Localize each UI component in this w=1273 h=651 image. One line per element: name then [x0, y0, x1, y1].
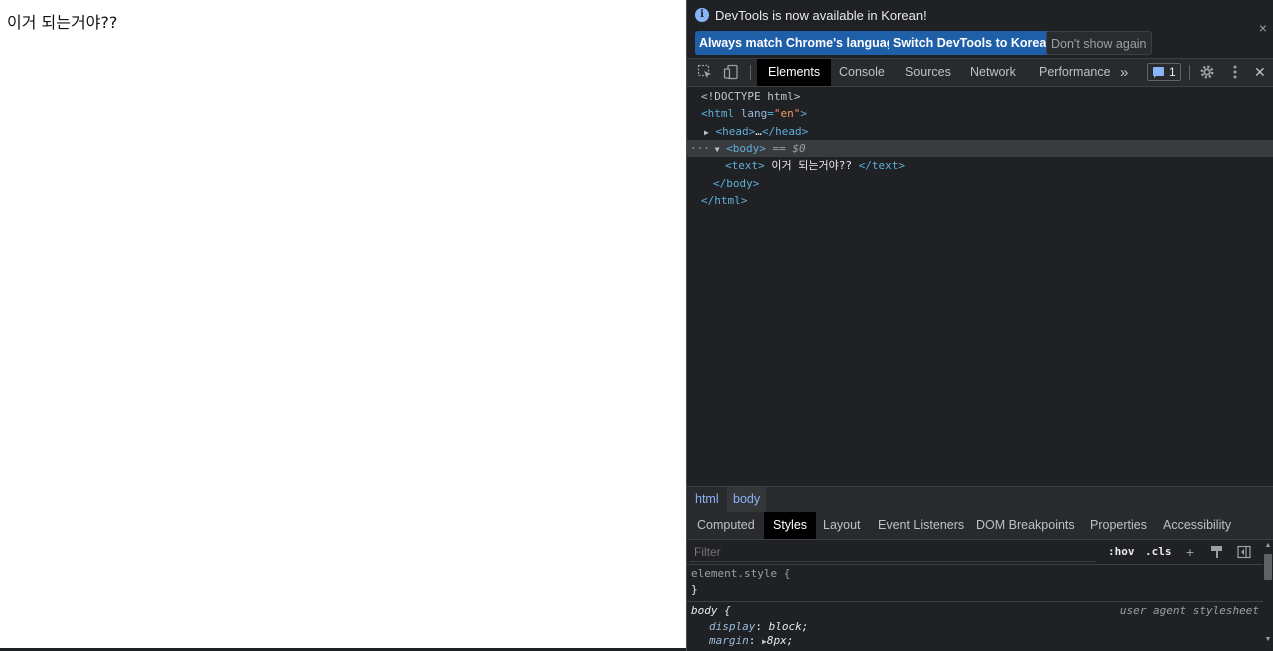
expand-triangle-icon[interactable]: ▶ [704, 128, 709, 137]
head-close-tag: </head> [761, 125, 809, 138]
info-icon: i [695, 8, 709, 22]
issues-icon [1153, 67, 1164, 78]
hover-state-toggle[interactable]: :hov [1108, 540, 1135, 564]
dom-tree: <!DOCTYPE html> <html lang="en"> ▶ <head… [687, 87, 1273, 485]
html-close-tag: </html> [701, 194, 748, 207]
tree-node-html-close[interactable]: </html> [701, 192, 747, 209]
head-open-tag: <head> [715, 125, 756, 138]
user-agent-origin: user agent stylesheet [1119, 604, 1259, 617]
toolbar-divider [1189, 65, 1190, 80]
toggle-sidebar-icon[interactable] [1237, 545, 1251, 559]
devtools-panel: i DevTools is now available in Korean! ×… [686, 0, 1273, 651]
text-open-tag: <text> [725, 159, 765, 172]
text-close-tag: </text> [858, 159, 905, 172]
dont-show-again-button[interactable]: Don't show again [1046, 31, 1152, 55]
styles-rules: element.style { } body { user agent styl… [687, 565, 1263, 651]
node-actions-dots[interactable]: ··· [687, 142, 710, 155]
html-tag: <html [701, 107, 735, 120]
page-viewport: 이거 되는거야?? [0, 0, 686, 651]
tab-styles[interactable]: Styles [764, 512, 817, 539]
new-style-rule-icon[interactable]: + [1183, 545, 1197, 559]
prop-name: margin [709, 634, 749, 647]
tree-node-doctype[interactable]: <!DOCTYPE html> [701, 88, 800, 105]
tab-properties[interactable]: Properties [1081, 512, 1156, 539]
more-tabs-icon[interactable]: » [1114, 59, 1134, 86]
switch-to-korean-button[interactable]: Switch DevTools to Korean [889, 31, 1058, 55]
styles-filter-bar: :hov .cls + [687, 540, 1273, 565]
breadcrumb: html body [687, 486, 1273, 513]
doctype-text: <!DOCTYPE html> [701, 90, 801, 103]
tab-layout[interactable]: Layout [814, 512, 870, 539]
tree-node-body-selected[interactable]: ··· ▼ <body> == $0 [687, 140, 1273, 157]
infobar-close-icon[interactable]: × [1259, 20, 1267, 36]
issues-count: 1 [1169, 65, 1176, 79]
body-close-tag: </body> [713, 177, 760, 190]
sidebar-tabs: Computed Styles Layout Event Listeners D… [687, 512, 1273, 540]
tab-elements[interactable]: Elements [757, 59, 832, 86]
html-attr-name: lang [740, 107, 768, 120]
class-toggle[interactable]: .cls [1145, 540, 1172, 564]
tree-node-head[interactable]: ▶ <head>…</head> [704, 123, 808, 140]
kebab-menu-icon[interactable] [1227, 64, 1243, 80]
devtools-main-toolbar: Elements Console Sources Network Perform… [687, 59, 1273, 87]
device-toolbar-icon[interactable] [723, 64, 739, 80]
language-infobar: i DevTools is now available in Korean! ×… [687, 0, 1273, 59]
page-text: 이거 되는거야?? [7, 13, 118, 32]
scroll-thumb[interactable] [1264, 554, 1272, 580]
selected-node-marker: == $0 [772, 142, 806, 155]
tab-dom-breakpoints[interactable]: DOM Breakpoints [967, 512, 1084, 539]
element-style-selector: element.style { [691, 567, 791, 580]
element-style-rule[interactable]: element.style { [691, 566, 790, 582]
paint-roller-icon[interactable] [1210, 545, 1224, 559]
scroll-down-icon[interactable]: ▼ [1264, 636, 1272, 644]
tab-computed[interactable]: Computed [688, 512, 764, 539]
prop-name: display [709, 620, 756, 633]
tree-node-text[interactable]: <text> 이거 되는거야?? </text> [725, 157, 905, 174]
collapse-triangle-icon[interactable]: ▼ [710, 145, 720, 154]
tab-sources[interactable]: Sources [894, 59, 962, 86]
styles-scrollbar[interactable]: ▲ ▼ [1263, 540, 1273, 651]
issues-counter-button[interactable]: 1 [1147, 63, 1181, 81]
gear-icon[interactable] [1199, 64, 1215, 80]
prop-value: 8px; [766, 634, 794, 647]
inspect-element-icon[interactable] [697, 64, 713, 80]
rule-divider [687, 601, 1263, 602]
head-collapsed-ellipsis: … [755, 125, 762, 138]
body-open-tag: <body> [726, 142, 766, 155]
tab-event-listeners[interactable]: Event Listeners [869, 512, 973, 539]
html-attr-value: "en" [773, 107, 801, 120]
tree-node-body-close[interactable]: </body> [713, 175, 759, 192]
text-node-content: 이거 되는거야?? [764, 159, 859, 172]
toolbar-divider [750, 65, 751, 80]
scroll-up-icon[interactable]: ▲ [1264, 542, 1272, 550]
close-devtools-icon[interactable]: ✕ [1248, 59, 1272, 86]
tree-node-html[interactable]: <html lang="en"> [701, 105, 807, 122]
breadcrumb-body[interactable]: body [727, 487, 767, 512]
tab-performance[interactable]: Performance [1028, 59, 1122, 86]
tab-accessibility[interactable]: Accessibility [1154, 512, 1240, 539]
tab-console[interactable]: Console [828, 59, 896, 86]
always-match-language-button[interactable]: Always match Chrome's language [695, 31, 906, 55]
element-style-close: } [691, 583, 698, 596]
styles-filter-input[interactable] [690, 542, 1096, 562]
breadcrumb-html[interactable]: html [689, 487, 725, 512]
prop-value: block; [768, 620, 809, 633]
tab-network[interactable]: Network [959, 59, 1027, 86]
style-prop-margin[interactable]: margin: ▶8px; [709, 633, 793, 649]
body-rule-selector[interactable]: body { [691, 603, 731, 619]
infobar-message: DevTools is now available in Korean! [715, 8, 927, 23]
